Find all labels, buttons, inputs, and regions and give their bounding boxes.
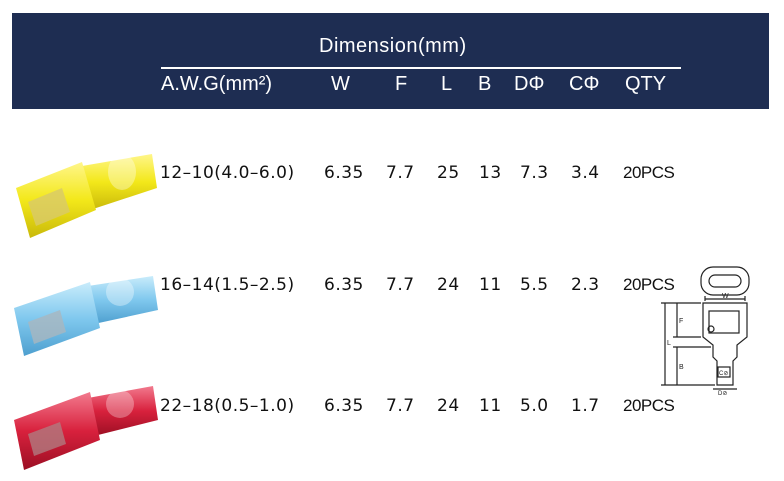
cell-c: 1.7 [571,396,600,416]
cell-f: 7.7 [386,163,415,183]
cell-w: 6.35 [324,163,364,183]
cell-d: 5.0 [520,396,549,416]
table-row: 12–10(4.0–6.0) 6.35 7.7 25 13 7.3 3.4 20… [0,163,784,203]
cell-l: 25 [437,163,460,183]
cell-awg: 12–10(4.0–6.0) [160,163,295,183]
col-header-c: CΦ [569,73,600,95]
header-title-area: Dimension(mm) [12,35,769,65]
diagram-label-d: D⊘ [718,391,727,395]
cell-b: 11 [479,396,502,416]
diagram-label-f: F [679,318,683,325]
table-row: 22–18(0.5–1.0) 6.35 7.7 24 11 5.0 1.7 20… [0,396,784,436]
col-header-qty: QTY [625,73,667,95]
col-header-awg: A.W.G(mm²) [161,73,273,95]
cell-w: 6.35 [324,275,364,295]
cell-w: 6.35 [324,396,364,416]
cell-qty: 20PCS [623,396,675,415]
cell-awg: 22–18(0.5–1.0) [160,396,295,416]
cell-l: 24 [437,275,460,295]
col-header-f: F [395,73,408,95]
cell-f: 7.7 [386,396,415,416]
diagram-label-w: W [722,293,729,300]
col-header-l: L [441,73,453,95]
cell-c: 3.4 [571,163,600,183]
cell-l: 24 [437,396,460,416]
cell-c: 2.3 [571,275,600,295]
col-header-d: DΦ [514,73,545,95]
diagram-label-b: B [679,364,684,371]
header-divider [161,67,681,69]
col-header-b: B [478,73,492,95]
cell-f: 7.7 [386,275,415,295]
cell-d: 5.5 [520,275,549,295]
table-header: Dimension(mm) A.W.G(mm²) W F L B DΦ CΦ Q… [12,13,769,109]
diagram-label-l: L [667,340,671,347]
cell-d: 7.3 [520,163,549,183]
cell-awg: 16–14(1.5–2.5) [160,275,295,295]
diagram-label-c: C⊘ [719,371,728,377]
cell-qty: 20PCS [623,163,675,182]
header-title: Dimension(mm) [319,35,467,57]
col-header-w: W [331,73,350,95]
cell-b: 11 [479,275,502,295]
cell-b: 13 [479,163,502,183]
dimension-diagram: W F L B C⊘ D⊘ [661,266,750,395]
